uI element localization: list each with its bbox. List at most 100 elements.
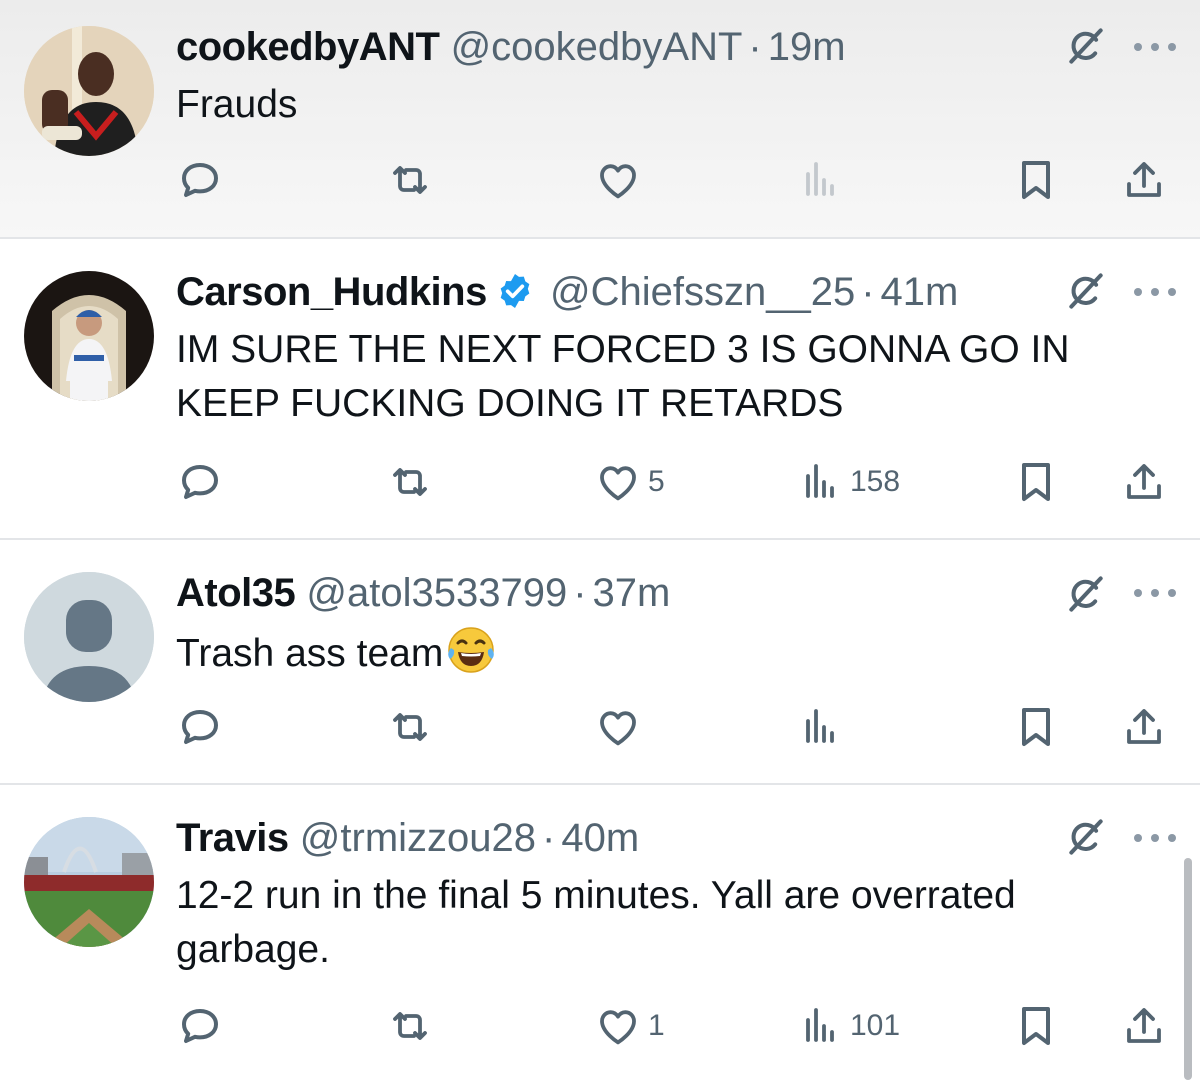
display-name[interactable]: Atol35 bbox=[176, 571, 296, 615]
retweet-icon bbox=[386, 703, 434, 751]
tweet-carson-hudkins[interactable]: Carson_Hudkins @Chiefsszn__25 · 41m IM SUR… bbox=[0, 239, 1200, 538]
tweet-text: 12-2 run in the final 5 minutes. Yall ar… bbox=[176, 874, 1016, 971]
avatar[interactable] bbox=[24, 271, 154, 401]
verified-icon bbox=[500, 274, 530, 308]
share-button[interactable] bbox=[1120, 702, 1168, 752]
reply-icon bbox=[176, 458, 224, 506]
display-name[interactable]: cookedbyANT bbox=[176, 25, 440, 69]
separator-dot: · bbox=[573, 571, 587, 615]
views-icon bbox=[796, 1002, 844, 1050]
laughing-tears-emoji-icon bbox=[448, 627, 495, 673]
reply-icon bbox=[176, 703, 224, 751]
grok-icon[interactable] bbox=[1064, 24, 1108, 68]
tweet-text-row: Trash ass team bbox=[176, 624, 1136, 681]
bookmark-icon bbox=[1012, 156, 1060, 204]
share-icon bbox=[1120, 156, 1168, 204]
bookmark-icon bbox=[1012, 703, 1060, 751]
bookmark-button[interactable] bbox=[1012, 155, 1060, 205]
reply-button[interactable] bbox=[176, 155, 224, 205]
timestamp[interactable]: 19m bbox=[768, 25, 846, 69]
like-button[interactable] bbox=[594, 155, 642, 205]
views-icon bbox=[796, 156, 844, 204]
like-button[interactable]: 5 bbox=[594, 457, 665, 507]
reply-button[interactable] bbox=[176, 702, 224, 752]
like-count: 1 bbox=[648, 1009, 665, 1042]
bookmark-button[interactable] bbox=[1012, 457, 1060, 507]
tweet-text: IM SURE THE NEXT FORCED 3 IS GONNA GO IN… bbox=[176, 328, 1070, 425]
tweet-actions bbox=[0, 702, 1200, 752]
timestamp[interactable]: 41m bbox=[881, 270, 959, 314]
retweet-button[interactable] bbox=[386, 155, 434, 205]
separator-dot: · bbox=[748, 25, 762, 69]
user-handle[interactable]: @atol3533799 bbox=[306, 571, 567, 615]
avatar[interactable] bbox=[24, 817, 154, 947]
share-icon bbox=[1120, 703, 1168, 751]
reply-button[interactable] bbox=[176, 457, 224, 507]
like-icon bbox=[594, 1002, 642, 1050]
views-button[interactable] bbox=[796, 702, 844, 752]
user-handle[interactable]: @trmizzou28 bbox=[300, 816, 536, 860]
avatar[interactable] bbox=[24, 572, 154, 702]
bookmark-icon bbox=[1012, 1002, 1060, 1050]
view-count: 101 bbox=[850, 1009, 901, 1042]
reply-feed: cookedbyANT @cookedbyANT · 19m Frauds Ca… bbox=[0, 0, 1200, 1081]
tweet-travis[interactable]: Travis @trmizzou28 · 40m 12-2 run in the f… bbox=[0, 785, 1200, 1081]
separator-dot: · bbox=[861, 270, 875, 314]
tweet-cookedbyant[interactable]: cookedbyANT @cookedbyANT · 19m Frauds bbox=[0, 0, 1200, 237]
display-name[interactable]: Carson_Hudkins bbox=[176, 270, 487, 314]
reply-button[interactable] bbox=[176, 1001, 224, 1051]
tweet-text: Trash ass team bbox=[176, 632, 444, 675]
separator-dot: · bbox=[542, 816, 556, 860]
retweet-icon bbox=[386, 458, 434, 506]
bookmark-icon bbox=[1012, 458, 1060, 506]
avatar[interactable] bbox=[24, 26, 154, 156]
share-button[interactable] bbox=[1120, 457, 1168, 507]
grok-icon[interactable] bbox=[1064, 269, 1108, 313]
like-button[interactable]: 1 bbox=[594, 1001, 665, 1051]
tweet-text: Frauds bbox=[176, 83, 298, 126]
share-button[interactable] bbox=[1120, 1001, 1168, 1051]
like-count: 5 bbox=[648, 465, 665, 498]
tweet-header: cookedbyANT @cookedbyANT · 19m bbox=[176, 22, 846, 72]
timestamp[interactable]: 37m bbox=[593, 571, 671, 615]
view-count: 158 bbox=[850, 465, 901, 498]
bookmark-button[interactable] bbox=[1012, 1001, 1060, 1051]
retweet-icon bbox=[386, 1002, 434, 1050]
retweet-button[interactable] bbox=[386, 702, 434, 752]
tweet-atol35[interactable]: Atol35 @atol3533799 · 37m Trash ass team bbox=[0, 540, 1200, 783]
reply-icon bbox=[176, 156, 224, 204]
share-icon bbox=[1120, 458, 1168, 506]
retweet-button[interactable] bbox=[386, 1001, 434, 1051]
tweet-actions: 1 101 bbox=[0, 1001, 1200, 1051]
share-icon bbox=[1120, 1002, 1168, 1050]
more-icon[interactable] bbox=[1132, 831, 1178, 845]
user-handle[interactable]: @cookedbyANT bbox=[451, 25, 743, 69]
views-button[interactable]: 158 bbox=[796, 457, 900, 507]
like-button[interactable] bbox=[594, 702, 642, 752]
scrollbar[interactable] bbox=[1184, 858, 1192, 1080]
tweet-actions: 5 158 bbox=[0, 457, 1200, 507]
views-icon bbox=[796, 703, 844, 751]
like-icon bbox=[594, 156, 642, 204]
tweet-actions bbox=[0, 155, 1200, 205]
grok-icon[interactable] bbox=[1064, 572, 1108, 616]
display-name[interactable]: Travis bbox=[176, 816, 289, 860]
views-button[interactable]: 101 bbox=[796, 1001, 900, 1051]
retweet-button[interactable] bbox=[386, 457, 434, 507]
reply-icon bbox=[176, 1002, 224, 1050]
like-icon bbox=[594, 458, 642, 506]
share-button[interactable] bbox=[1120, 155, 1168, 205]
like-icon bbox=[594, 703, 642, 751]
tweet-header: Carson_Hudkins @Chiefsszn__25 · 41m bbox=[176, 267, 958, 317]
more-icon[interactable] bbox=[1132, 285, 1178, 299]
grok-icon[interactable] bbox=[1064, 815, 1108, 859]
more-icon[interactable] bbox=[1132, 40, 1178, 54]
user-handle[interactable]: @Chiefsszn__25 bbox=[550, 270, 855, 314]
retweet-icon bbox=[386, 156, 434, 204]
tweet-header: Travis @trmizzou28 · 40m bbox=[176, 813, 639, 863]
bookmark-button[interactable] bbox=[1012, 702, 1060, 752]
views-button[interactable] bbox=[796, 155, 844, 205]
tweet-header: Atol35 @atol3533799 · 37m bbox=[176, 568, 670, 618]
more-icon[interactable] bbox=[1132, 586, 1178, 600]
timestamp[interactable]: 40m bbox=[561, 816, 639, 860]
